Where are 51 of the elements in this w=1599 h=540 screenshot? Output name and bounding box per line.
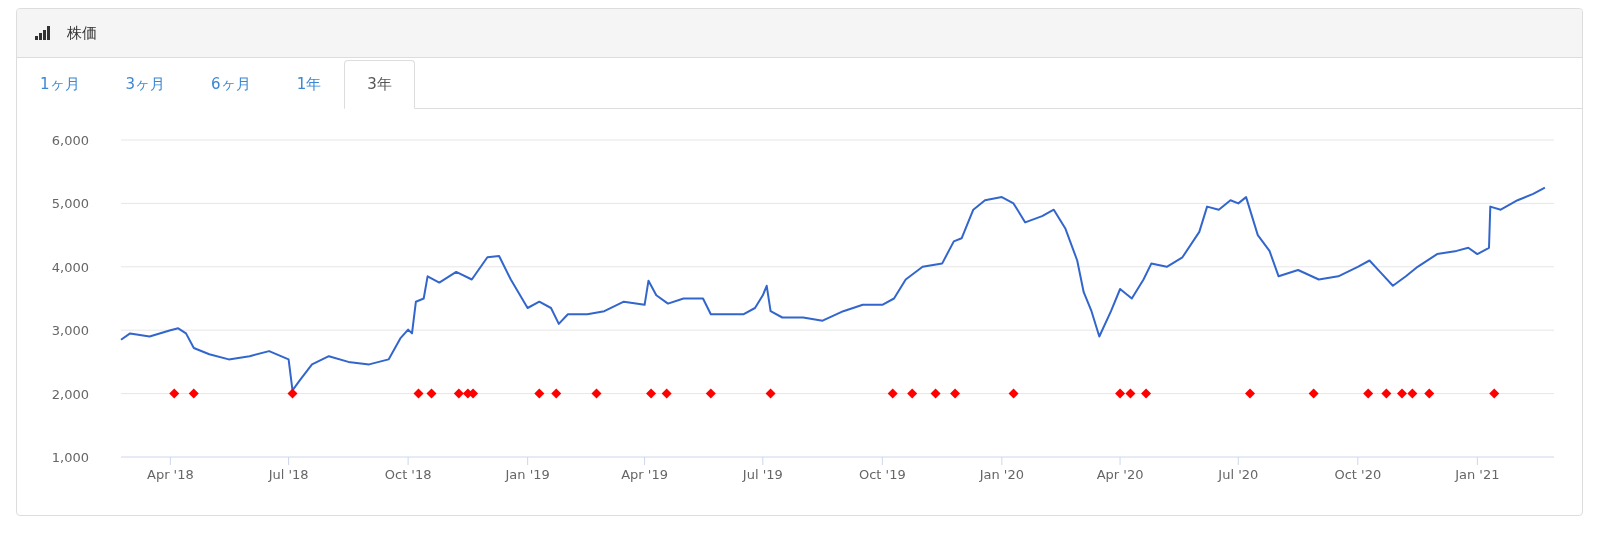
axis-label: Oct '18 <box>384 467 432 482</box>
data-point <box>426 388 437 399</box>
data-point <box>1115 388 1126 399</box>
data-point <box>169 388 180 399</box>
data-point <box>287 388 298 399</box>
data-point <box>1489 388 1500 399</box>
axis-label: Apr '18 <box>147 467 194 482</box>
data-point <box>453 388 464 399</box>
axis-label: Jan '19 <box>505 467 550 482</box>
data-point <box>1407 388 1418 399</box>
axis-label: 2,000 <box>51 386 89 402</box>
data-point <box>534 388 545 399</box>
data-point <box>1125 388 1136 399</box>
data-point <box>950 388 961 399</box>
axis-label: Oct '20 <box>1334 467 1382 482</box>
data-point <box>661 388 672 399</box>
axis-label: Jul '18 <box>268 467 309 482</box>
data-point <box>551 388 562 399</box>
axis-label: Jul '19 <box>742 467 783 482</box>
axis-label: Jan '20 <box>979 467 1024 482</box>
data-point <box>1141 388 1152 399</box>
data-point <box>765 388 776 399</box>
data-point <box>907 388 918 399</box>
data-point <box>887 388 898 399</box>
axis-label: 6,000 <box>51 133 89 148</box>
data-point <box>1245 388 1255 399</box>
axis-label: 1,000 <box>51 450 89 465</box>
period-tab[interactable]: 3年 <box>344 60 415 109</box>
data-point <box>1424 388 1435 399</box>
data-point <box>1308 388 1319 399</box>
bar-chart-icon <box>35 26 51 40</box>
axis-label: 5,000 <box>51 196 89 212</box>
axis-label: 4,000 <box>51 259 89 275</box>
axis-label: Apr '19 <box>621 467 668 482</box>
axis-label: 3,000 <box>51 323 89 339</box>
data-point <box>930 388 941 399</box>
data-point <box>468 388 479 399</box>
data-point <box>1008 388 1019 399</box>
data-point <box>1397 388 1407 399</box>
data-point <box>646 388 657 399</box>
axis-label: Jan '21 <box>1455 467 1500 482</box>
data-point <box>1363 388 1374 399</box>
data-point <box>1381 388 1392 399</box>
axis-label: Oct '19 <box>858 467 906 482</box>
data-point <box>413 388 424 399</box>
data-point <box>705 388 716 399</box>
axis-label: Apr '20 <box>1096 467 1144 482</box>
axis-label: Jul '20 <box>1218 467 1259 482</box>
data-point <box>188 388 199 399</box>
data-point <box>591 388 602 399</box>
panel-title: 株価 <box>67 23 97 43</box>
